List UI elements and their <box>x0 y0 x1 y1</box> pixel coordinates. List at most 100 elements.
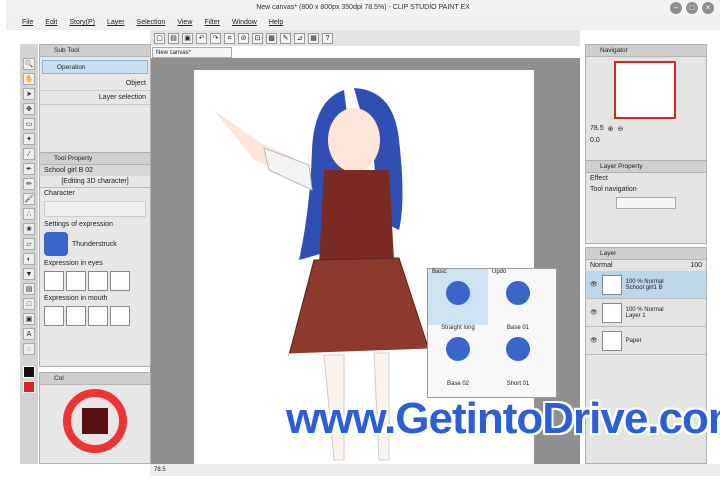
minimize-button[interactable]: – <box>670 2 682 14</box>
save-icon[interactable]: ▣ <box>182 32 193 44</box>
status-bar: 78.5 <box>150 464 720 476</box>
hand-tool-icon[interactable]: ✋ <box>23 73 35 85</box>
angle-value[interactable]: 0.0 <box>590 137 600 144</box>
figure-icon[interactable]: □ <box>23 298 35 310</box>
transform-icon[interactable]: ⌗ <box>224 32 235 44</box>
mouth-option[interactable] <box>110 306 130 326</box>
frame-icon[interactable]: ▣ <box>23 313 35 325</box>
status-zoom[interactable]: 78.5 <box>154 467 166 473</box>
deselect-icon[interactable]: ⊘ <box>238 32 249 44</box>
color-wheel[interactable] <box>40 385 150 463</box>
new-icon[interactable]: ▢ <box>154 32 165 44</box>
operation-tool-icon[interactable]: ➤ <box>23 88 35 100</box>
blend-mode-select[interactable]: Normal <box>590 262 613 269</box>
layer-row[interactable]: 👁 Paper <box>586 327 706 355</box>
window-title: New canvas* (800 x 800px 350dpi 78.5%) -… <box>256 4 470 11</box>
eraser-icon[interactable]: ▱ <box>23 238 35 250</box>
brush-icon[interactable]: 🖌 <box>23 193 35 205</box>
character-controls[interactable] <box>44 201 146 217</box>
gradient-icon[interactable]: ▤ <box>23 283 35 295</box>
eye-icon[interactable]: 👁 <box>590 309 598 316</box>
eyedropper-icon[interactable]: ⁄ <box>23 148 35 160</box>
move-tool-icon[interactable]: ✥ <box>23 103 35 115</box>
operation-button[interactable]: Operation <box>42 60 148 74</box>
main-color-swatch[interactable] <box>23 366 35 378</box>
mouth-option[interactable] <box>66 306 86 326</box>
object-item[interactable]: Object <box>40 77 150 91</box>
mouth-option[interactable] <box>88 306 108 326</box>
eye-icon[interactable]: 👁 <box>590 281 598 288</box>
expression-preview[interactable] <box>44 232 68 256</box>
hairstyle-option[interactable]: Straight long <box>428 325 488 381</box>
zoom-out-icon[interactable]: ⊖ <box>618 125 624 133</box>
close-button[interactable]: × <box>702 2 714 14</box>
menu-story[interactable]: Story(P) <box>69 16 95 30</box>
decoration-icon[interactable]: ❀ <box>23 223 35 235</box>
text-tool-icon[interactable]: A <box>23 328 35 340</box>
hairstyle-label[interactable]: Short 01 <box>488 381 548 387</box>
airbrush-icon[interactable]: ∴ <box>23 208 35 220</box>
redo-icon[interactable]: ↷ <box>210 32 221 44</box>
menu-layer[interactable]: Layer <box>107 16 125 30</box>
canvas-tab[interactable]: New canvas* <box>152 47 232 58</box>
zoom-value[interactable]: 78.5 <box>590 125 604 133</box>
zoom-in-icon[interactable]: ⊕ <box>608 125 614 133</box>
layer-row[interactable]: 👁 100 % Normal School girl1 B <box>586 271 706 299</box>
grid-icon[interactable]: ▦ <box>308 32 319 44</box>
menu-help[interactable]: Help <box>269 16 283 30</box>
selection-tool-icon[interactable]: ▭ <box>23 118 35 130</box>
eye-option[interactable] <box>88 271 108 291</box>
blend-icon[interactable]: ◐ <box>23 253 35 265</box>
maximize-button[interactable]: □ <box>686 2 698 14</box>
snap-icon[interactable]: ✎ <box>280 32 291 44</box>
opacity-value[interactable]: 100 <box>690 262 702 269</box>
color-panel: Col <box>39 372 151 464</box>
menu-selection[interactable]: Selection <box>137 16 166 30</box>
character-name: School girl B 02 <box>40 165 150 176</box>
tool-navigation-button[interactable] <box>616 197 676 209</box>
mouth-option[interactable] <box>44 306 64 326</box>
navigator-preview[interactable] <box>614 61 676 119</box>
undo-icon[interactable]: ↶ <box>196 32 207 44</box>
eye-option[interactable] <box>110 271 130 291</box>
menu-file[interactable]: File <box>22 16 33 30</box>
layer-name: School girl1 B <box>625 284 663 291</box>
skirt <box>288 257 430 356</box>
layer-row[interactable]: 👁 100 % Normal Layer 1 <box>586 299 706 327</box>
hairstyle-option[interactable]: Base 01 <box>488 325 548 381</box>
layer-thumbnail <box>601 274 622 295</box>
menu-filter[interactable]: Filter <box>204 16 220 30</box>
layer-selection-item[interactable]: Layer selection <box>40 91 150 105</box>
sub-tool-panel: Sub Tool Operation Object Layer selectio… <box>39 44 151 154</box>
pen-icon[interactable]: ✒ <box>23 163 35 175</box>
balloon-icon[interactable]: ◌ <box>23 343 35 355</box>
color-tab[interactable]: Col <box>40 373 150 385</box>
menu-window[interactable]: Window <box>232 16 257 30</box>
command-bar: ▢ ▤ ▣ ↶ ↷ ⌗ ⊘ ⊡ ▩ ✎ ⊿ ▦ ? <box>150 30 580 46</box>
eye-icon[interactable]: 👁 <box>590 337 598 344</box>
tool-property-header: Tool Property <box>40 153 150 165</box>
hairstyle-label: Updo <box>492 269 507 275</box>
hairstyle-option[interactable]: Basic <box>428 269 488 325</box>
hairstyle-option[interactable]: Updo <box>488 269 548 325</box>
eye-option[interactable] <box>66 271 86 291</box>
sub-color-swatch[interactable] <box>23 381 35 393</box>
pencil-icon[interactable]: ✏ <box>23 178 35 190</box>
layer-property-header: Layer Property <box>586 161 706 173</box>
eyes-label: Expression in eyes <box>44 260 103 267</box>
editing-label: [Editing 3D character] <box>61 178 129 185</box>
crop-icon[interactable]: ⊡ <box>252 32 263 44</box>
menu-view[interactable]: View <box>177 16 192 30</box>
hairstyle-label[interactable]: Base 02 <box>428 381 488 387</box>
zoom-tool-icon[interactable]: 🔍 <box>23 58 35 70</box>
layer-mode: 100 % Normal <box>625 306 664 313</box>
face <box>328 108 380 172</box>
ruler-icon[interactable]: ⊿ <box>294 32 305 44</box>
menu-edit[interactable]: Edit <box>45 16 57 30</box>
eye-option[interactable] <box>44 271 64 291</box>
fill-tool-icon[interactable]: ▼ <box>23 268 35 280</box>
fill-icon[interactable]: ▩ <box>266 32 277 44</box>
auto-select-icon[interactable]: ✦ <box>23 133 35 145</box>
open-icon[interactable]: ▤ <box>168 32 179 44</box>
help-icon[interactable]: ? <box>322 32 333 44</box>
